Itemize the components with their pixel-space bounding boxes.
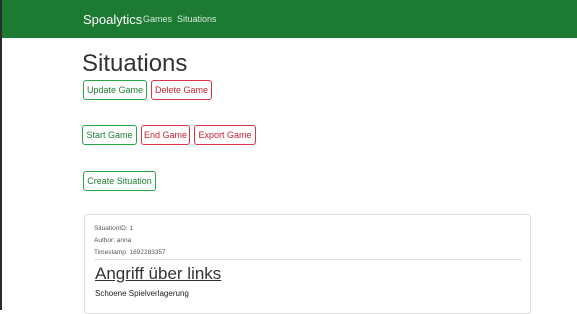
create-situation-button[interactable]: Create Situation — [83, 171, 156, 191]
page-title: Situations — [82, 50, 188, 77]
brand-link[interactable]: Spoalytics — [83, 12, 142, 27]
delete-game-button[interactable]: Delete Game — [151, 80, 212, 100]
situation-card: SituationID: 1 Author: anna Timestamp: 1… — [84, 214, 531, 314]
end-game-button[interactable]: End Game — [141, 125, 190, 145]
top-navbar: Spoalytics Games Situations — [2, 0, 577, 38]
situation-title-link[interactable]: Angriff über links — [95, 264, 221, 284]
situation-timestamp: Timestamp: 1692283357 — [94, 249, 166, 256]
card-divider — [94, 259, 522, 260]
start-game-button[interactable]: Start Game — [82, 125, 137, 145]
export-game-button[interactable]: Export Game — [194, 125, 256, 145]
window-left-border — [0, 0, 2, 310]
situation-id: SituationID: 1 — [94, 225, 134, 232]
situation-description: Schoene Spielverlagerung — [95, 289, 189, 298]
nav-link-games[interactable]: Games — [143, 14, 172, 25]
situation-author: Author: anna — [94, 237, 132, 244]
update-game-button[interactable]: Update Game — [83, 80, 147, 100]
nav-link-situations[interactable]: Situations — [177, 14, 217, 25]
